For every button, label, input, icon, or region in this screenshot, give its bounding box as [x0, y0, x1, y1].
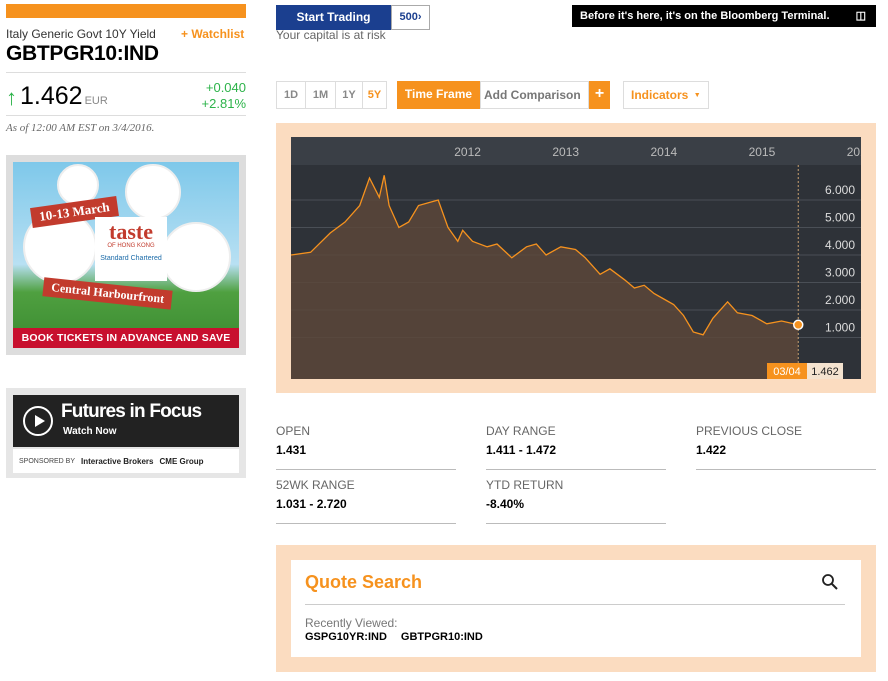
range-1m-button[interactable]: 1M — [306, 82, 336, 108]
search-underline — [305, 604, 845, 605]
y-tick-label: 1.000 — [825, 321, 855, 335]
price-row: ↑ 1.462 EUR — [6, 82, 108, 111]
add-comparison-button[interactable]: Add Comparison — [480, 81, 589, 109]
add-comparison-plus-button[interactable]: + — [589, 81, 610, 109]
search-icon[interactable] — [821, 573, 839, 591]
x-tick-label: 2014 — [650, 145, 677, 159]
series-area — [291, 175, 799, 379]
last-point-marker — [792, 319, 804, 331]
quote-search-panel: Quote Search Recently Viewed: GSPG10YR:I… — [276, 545, 876, 672]
price-chart[interactable]: 1.000 2.000 3.000 4.000 5.000 6.000 2012 2013 20… — [291, 137, 861, 379]
stat-day-range: DAY RANGE 1.411 - 1.472 — [486, 424, 666, 470]
x-tick-label: 2015 — [749, 145, 776, 159]
divider — [6, 72, 246, 73]
time-frame-button[interactable]: Time Frame — [397, 81, 480, 109]
add-to-watchlist-link[interactable]: + Watchlist — [181, 27, 244, 41]
futures-in-focus-ad[interactable]: Futures in Focus Watch Now SPONSORED BY … — [6, 388, 246, 478]
recent-item[interactable]: GBTPGR10:IND — [401, 631, 483, 643]
as-of-timestamp: As of 12:00 AM EST on 3/4/2016. — [6, 122, 155, 134]
range-1d-button[interactable]: 1D — [277, 82, 306, 108]
divider — [6, 115, 246, 116]
taste-logo: taste OF HONG KONG Standard Chartered — [95, 217, 167, 281]
y-tick-label: 2.000 — [825, 293, 855, 307]
up-arrow-icon: ↑ — [6, 85, 17, 110]
x-tick-label: 2016 — [847, 145, 861, 159]
stat-open: OPEN 1.431 — [276, 424, 456, 470]
chevron-right-icon: › — [417, 11, 422, 23]
currency-label: EUR — [84, 95, 108, 107]
stat-ytd-return: YTD RETURN -8.40% — [486, 478, 666, 524]
last-date-label: 03/04 — [773, 366, 801, 378]
last-price: 1.462 — [20, 82, 83, 110]
header-accent-bar — [6, 4, 246, 18]
chart-svg[interactable]: 1.000 2.000 3.000 4.000 5.000 6.000 2012 2013 20… — [291, 137, 861, 379]
last-value-label: 1.462 — [811, 366, 839, 378]
range-1y-button[interactable]: 1Y — [336, 82, 363, 108]
interactive-brokers-logo: Interactive Brokers — [81, 456, 154, 466]
cme-group-logo: CME Group — [159, 456, 204, 466]
indicators-dropdown[interactable]: Indicators ▼ — [623, 81, 709, 109]
ad-video-banner[interactable]: Futures in Focus Watch Now — [13, 395, 239, 447]
ad-sponsors: SPONSORED BY Interactive Brokers CME Gro… — [13, 449, 239, 473]
stat-previous-close: PREVIOUS CLOSE 1.422 — [696, 424, 876, 470]
quote-search-title: Quote Search — [305, 572, 423, 592]
recently-viewed-label: Recently Viewed: — [305, 616, 398, 630]
ticker-symbol: GBTPGR10:IND — [6, 42, 159, 65]
ad-title: Futures in Focus — [61, 401, 202, 422]
security-name: Italy Generic Govt 10Y Yield — [6, 27, 156, 41]
y-tick-label: 6.000 — [825, 183, 855, 197]
ad-subtitle: Watch Now — [63, 426, 117, 437]
play-icon[interactable] — [23, 406, 53, 436]
y-tick-label: 5.000 — [825, 211, 855, 225]
recently-viewed-list: GSPG10YR:IND GBTPGR10:IND — [305, 631, 483, 643]
price-change-percent: +2.81% — [201, 96, 246, 111]
range-selector: 1D 1M 1Y 5Y — [276, 81, 387, 109]
start-trading-button[interactable]: Start Trading — [276, 5, 391, 30]
quote-search-box: Quote Search Recently Viewed: GSPG10YR:I… — [291, 560, 861, 657]
terminal-banner[interactable]: Before it's here, it's on the Bloomberg … — [572, 5, 876, 27]
recent-item[interactable]: GSPG10YR:IND — [305, 631, 387, 643]
x-tick-label: 2013 — [552, 145, 579, 159]
price-chart-panel: 1.000 2.000 3.000 4.000 5.000 6.000 2012 2013 20… — [276, 123, 876, 393]
ad-cta[interactable]: BOOK TICKETS IN ADVANCE AND SAVE — [13, 328, 239, 348]
food-plate-image — [125, 164, 181, 220]
500-badge[interactable]: 500› — [391, 5, 430, 30]
risk-disclaimer: Your capital is at risk — [276, 28, 386, 42]
range-5y-button[interactable]: 5Y — [363, 82, 386, 108]
stat-52wk-range: 52WK RANGE 1.031 - 2.720 — [276, 478, 456, 524]
y-tick-label: 3.000 — [825, 266, 855, 280]
price-change: +0.040 — [205, 80, 246, 95]
taste-hong-kong-ad[interactable]: 10-13 March taste OF HONG KONG Standard … — [6, 155, 246, 355]
caret-down-icon: ▼ — [693, 92, 701, 99]
ad-banner-image[interactable]: 10-13 March taste OF HONG KONG Standard … — [13, 162, 239, 348]
food-plate-image — [161, 222, 231, 292]
y-tick-label: 4.000 — [825, 238, 855, 252]
terminal-icon: ◫ — [855, 10, 866, 22]
x-tick-label: 2012 — [454, 145, 481, 159]
ad-venue: Central Harbourfront — [42, 277, 174, 310]
